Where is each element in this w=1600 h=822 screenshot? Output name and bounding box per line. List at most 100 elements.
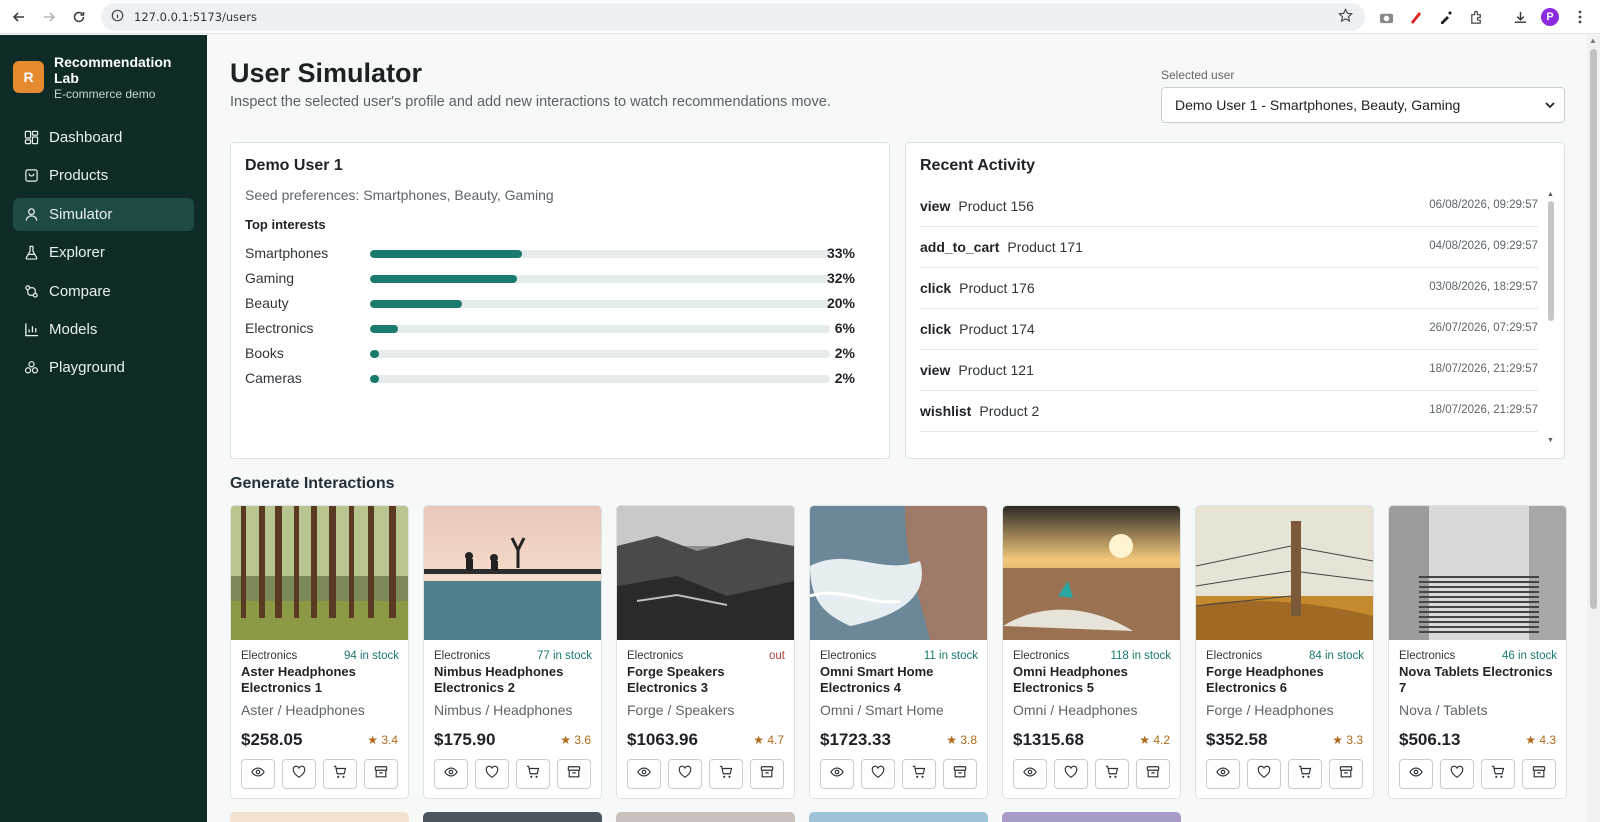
selected-user-select[interactable]: Demo User 1 - Smartphones, Beauty, Gamin… bbox=[1161, 87, 1565, 123]
view-button[interactable] bbox=[1013, 759, 1047, 789]
scroll-up-icon[interactable]: ▲ bbox=[1589, 36, 1597, 45]
wishlist-button[interactable] bbox=[282, 759, 316, 789]
view-button[interactable] bbox=[1399, 759, 1433, 789]
chevron-down-icon bbox=[1544, 98, 1556, 114]
eye-icon bbox=[1409, 765, 1423, 784]
product-category: Electronics bbox=[1399, 650, 1456, 662]
interest-percent: 32% bbox=[826, 270, 855, 286]
purchase-button[interactable] bbox=[1329, 759, 1363, 789]
bookmark-star-icon[interactable] bbox=[1338, 8, 1353, 26]
activity-scrollbar[interactable]: ▲ ▼ bbox=[1547, 191, 1555, 446]
product-card[interactable]: Electronics 11 in stock Omni Smart Home El… bbox=[809, 505, 988, 799]
page-subtitle: Inspect the selected user's profile and … bbox=[230, 94, 831, 110]
product-price: $1723.33 bbox=[820, 730, 891, 749]
browser-menu-icon[interactable] bbox=[1567, 4, 1593, 30]
view-button[interactable] bbox=[820, 759, 854, 789]
product-card[interactable]: Electronics 94 in stock Aster Headphones E… bbox=[230, 505, 409, 799]
add-to-cart-button[interactable] bbox=[1095, 759, 1129, 789]
add-to-cart-button[interactable] bbox=[902, 759, 936, 789]
product-price: $1063.96 bbox=[627, 730, 698, 749]
scroll-up-icon[interactable]: ▲ bbox=[1547, 191, 1554, 198]
purchase-button[interactable] bbox=[750, 759, 784, 789]
sidebar-item-explorer[interactable]: Explorer bbox=[13, 236, 194, 269]
interaction-actions bbox=[627, 759, 791, 789]
pen-extension-icon[interactable] bbox=[1403, 4, 1429, 30]
stock-status: 94 in stock bbox=[344, 650, 399, 662]
eye-icon bbox=[637, 765, 651, 784]
sidebar-item-models[interactable]: Models bbox=[13, 313, 194, 346]
purchase-button[interactable] bbox=[364, 759, 398, 789]
interest-label: Books bbox=[245, 345, 284, 361]
sidebar-item-simulator[interactable]: Simulator bbox=[13, 197, 194, 231]
playground-icon bbox=[23, 360, 39, 376]
sidebar-item-dashboard[interactable]: Dashboard bbox=[13, 121, 194, 154]
sidebar-item-products[interactable]: Products bbox=[13, 159, 194, 192]
rating-value: 4.7 bbox=[767, 733, 784, 747]
reload-icon[interactable] bbox=[64, 2, 94, 32]
extensions-puzzle-icon[interactable] bbox=[1463, 4, 1489, 30]
product-image-partial bbox=[809, 812, 988, 822]
stock-status: 77 in stock bbox=[537, 650, 592, 662]
sidebar-item-playground[interactable]: Playground bbox=[13, 351, 194, 384]
view-button[interactable] bbox=[241, 759, 275, 789]
activity-kind: click bbox=[920, 280, 952, 296]
product-brand-type: Forge / Speakers bbox=[627, 702, 735, 718]
wishlist-button[interactable] bbox=[861, 759, 895, 789]
wishlist-button[interactable] bbox=[475, 759, 509, 789]
wishlist-button[interactable] bbox=[1247, 759, 1281, 789]
product-card[interactable]: Electronics 46 in stock Nova Tablets Elect… bbox=[1388, 505, 1567, 799]
seed-preferences: Seed preferences: Smartphones, Beauty, G… bbox=[245, 187, 554, 203]
camera-icon[interactable] bbox=[1373, 4, 1399, 30]
product-name: Nimbus Headphones Electronics 2 bbox=[434, 664, 564, 695]
product-card[interactable]: Electronics 84 in stock Forge Headphones E… bbox=[1195, 505, 1374, 799]
add-to-cart-button[interactable] bbox=[1481, 759, 1515, 789]
add-to-cart-button[interactable] bbox=[323, 759, 357, 789]
download-icon[interactable] bbox=[1507, 4, 1533, 30]
activity-product: Product 174 bbox=[959, 321, 1035, 337]
star-icon: ★ bbox=[753, 733, 764, 747]
wishlist-button[interactable] bbox=[1440, 759, 1474, 789]
rating-value: 3.3 bbox=[1346, 733, 1363, 747]
rating-value: 3.4 bbox=[381, 733, 398, 747]
sidebar-item-compare[interactable]: Compare bbox=[13, 275, 194, 308]
interest-label: Gaming bbox=[245, 270, 295, 286]
brand[interactable]: R Recommendation Lab E-commerce demo bbox=[13, 54, 184, 101]
heart-icon bbox=[1257, 765, 1271, 784]
selected-user-label: Selected user bbox=[1161, 68, 1235, 82]
view-button[interactable] bbox=[627, 759, 661, 789]
activity-scrollbar-thumb[interactable] bbox=[1548, 201, 1554, 321]
bar-chart-icon bbox=[23, 321, 39, 337]
add-to-cart-button[interactable] bbox=[709, 759, 743, 789]
eyedropper-extension-icon[interactable] bbox=[1433, 4, 1459, 30]
purchase-button[interactable] bbox=[1522, 759, 1556, 789]
profile-avatar[interactable]: P bbox=[1537, 4, 1563, 30]
page-scrollbar[interactable]: ▲ bbox=[1587, 35, 1600, 822]
back-icon[interactable] bbox=[4, 2, 34, 32]
purchase-button[interactable] bbox=[1136, 759, 1170, 789]
product-card[interactable]: Electronics 118 in stock Omni Headphones E… bbox=[1002, 505, 1181, 799]
wishlist-button[interactable] bbox=[1054, 759, 1088, 789]
add-to-cart-button[interactable] bbox=[516, 759, 550, 789]
product-image bbox=[617, 506, 794, 640]
product-card[interactable]: Electronics out Forge Speakers Electronics… bbox=[616, 505, 795, 799]
address-bar[interactable]: 127.0.0.1:5173/users bbox=[101, 3, 1365, 31]
view-button[interactable] bbox=[1206, 759, 1240, 789]
purchase-button[interactable] bbox=[943, 759, 977, 789]
cart-icon bbox=[526, 765, 540, 784]
scrollbar-thumb[interactable] bbox=[1590, 49, 1597, 609]
interaction-actions bbox=[1013, 759, 1177, 789]
wishlist-button[interactable] bbox=[668, 759, 702, 789]
site-info-icon[interactable] bbox=[111, 9, 124, 25]
page-title: User Simulator bbox=[230, 58, 423, 88]
forward-icon[interactable] bbox=[34, 2, 64, 32]
scroll-down-icon[interactable]: ▼ bbox=[1547, 437, 1554, 444]
product-price: $175.90 bbox=[434, 730, 496, 749]
view-button[interactable] bbox=[434, 759, 468, 789]
activity-product: Product 171 bbox=[1007, 239, 1083, 255]
purchase-button[interactable] bbox=[557, 759, 591, 789]
sidebar: R Recommendation Lab E-commerce demo Das… bbox=[0, 35, 207, 822]
product-card[interactable]: Electronics 77 in stock Nimbus Headphones … bbox=[423, 505, 602, 799]
add-to-cart-button[interactable] bbox=[1288, 759, 1322, 789]
product-price: $1315.68 bbox=[1013, 730, 1084, 749]
product-brand-type: Nova / Tablets bbox=[1399, 702, 1488, 718]
